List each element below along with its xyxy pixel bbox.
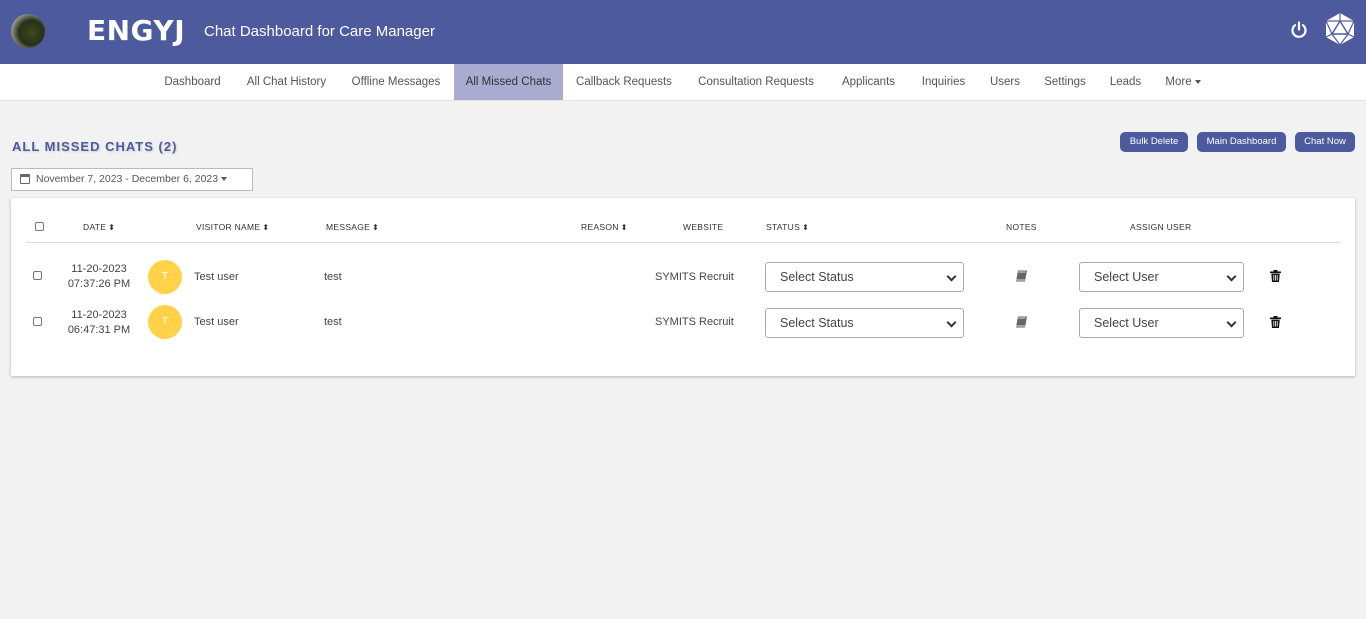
notes-book-icon[interactable] [1015,270,1028,282]
header-divider [26,242,1341,243]
row-date-time: 06:47:31 PM [67,324,131,336]
column-header-message[interactable]: MESSAGE ⬍ [326,222,379,232]
bulk-delete-button[interactable]: Bulk Delete [1120,132,1188,152]
main-nav: Dashboard All Chat History Offline Messa… [0,64,1366,101]
date-range-picker[interactable]: November 7, 2023 - December 6, 2023 [11,168,253,191]
chevron-down-icon [946,271,957,282]
assign-user-select[interactable]: Select User [1079,308,1244,338]
nav-item-users[interactable]: Users [982,64,1028,100]
trash-icon[interactable] [1270,270,1281,282]
row-visitor-name: Test user [194,271,239,283]
row-date-day: 11-20-2023 [71,309,127,321]
column-header-visitor-name-label: VISITOR NAME [196,222,261,232]
row-checkbox[interactable] [33,271,42,280]
nav-item-settings[interactable]: Settings [1034,64,1096,100]
nav-item-consultation-requests[interactable]: Consultation Requests [687,64,825,100]
sort-icon: ⬍ [802,223,810,233]
chevron-down-icon [1226,317,1237,328]
column-header-date-label: DATE [83,222,107,232]
status-select[interactable]: Select Status [765,262,964,292]
row-website: SYMITS Recruit [655,271,734,283]
nav-item-applicants[interactable]: Applicants [831,64,906,100]
assign-user-select[interactable]: Select User [1079,262,1244,292]
row-message: test [324,271,342,283]
column-header-reason-label: REASON [581,222,619,232]
column-header-message-label: MESSAGE [326,222,371,232]
status-select-value: Select Status [780,270,854,284]
caret-down-icon [1194,79,1201,84]
date-range-value: November 7, 2023 - December 6, 2023 [36,173,219,185]
chevron-down-icon [946,317,957,328]
row-message: test [324,316,342,328]
calendar-icon [20,174,30,184]
trash-icon[interactable] [1270,316,1281,328]
sort-icon: ⬍ [620,223,628,233]
status-select-value: Select Status [780,316,854,330]
row-date-time: 07:37:26 PM [67,278,131,290]
chat-now-button[interactable]: Chat Now [1295,132,1355,152]
column-header-reason[interactable]: REASON ⬍ [581,222,628,232]
assign-user-select-value: Select User [1094,316,1159,330]
main-dashboard-button[interactable]: Main Dashboard [1197,132,1286,152]
d20-dice-icon[interactable] [1323,12,1357,46]
header-subtitle: Chat Dashboard for Care Manager [204,23,435,40]
nav-item-callback-requests[interactable]: Callback Requests [566,64,682,100]
sort-icon: ⬍ [372,223,380,233]
column-header-status-label: STATUS [766,222,801,232]
row-date: 11-20-2023 06:47:31 PM [59,308,139,338]
user-avatar[interactable] [11,14,45,48]
status-select[interactable]: Select Status [765,308,964,338]
nav-item-inquiries[interactable]: Inquiries [911,64,976,100]
column-header-website: WEBSITE [683,222,724,232]
column-header-visitor-name[interactable]: VISITOR NAME ⬍ [196,222,269,232]
column-header-status[interactable]: STATUS ⬍ [766,222,809,232]
column-header-assign-user: ASSIGN USER [1130,222,1192,232]
row-date-day: 11-20-2023 [71,263,127,275]
chevron-down-icon [1226,271,1237,282]
nav-item-all-missed-chats[interactable]: All Missed Chats [454,64,563,100]
caret-down-icon [221,177,228,182]
sort-icon: ⬍ [262,223,270,233]
brand-logo-text: ENGYJ [87,14,186,47]
row-date: 11-20-2023 07:37:26 PM [59,262,139,292]
nav-item-offline-messages[interactable]: Offline Messages [342,64,450,100]
row-checkbox[interactable] [33,317,42,326]
nav-item-more[interactable]: More [1156,64,1210,100]
nav-more-label: More [1165,76,1192,88]
nav-item-dashboard[interactable]: Dashboard [153,64,232,100]
power-icon[interactable] [1289,20,1309,40]
visitor-avatar: T [148,305,182,339]
assign-user-select-value: Select User [1094,270,1159,284]
page-title: ALL MISSED CHATS (2) [12,139,178,154]
sort-icon: ⬍ [108,223,116,233]
nav-item-all-chat-history[interactable]: All Chat History [236,64,337,100]
row-website: SYMITS Recruit [655,316,734,328]
select-all-checkbox[interactable] [35,222,44,231]
notes-book-icon[interactable] [1015,316,1028,328]
nav-item-leads[interactable]: Leads [1101,64,1150,100]
missed-chats-table: DATE ⬍ VISITOR NAME ⬍ MESSAGE ⬍ REASON ⬍ WEB… [11,198,1355,376]
column-header-date[interactable]: DATE ⬍ [83,222,115,232]
row-visitor-name: Test user [194,316,239,328]
top-header: ENGYJ Chat Dashboard for Care Manager [0,0,1366,64]
visitor-avatar: T [148,260,182,294]
column-header-notes: NOTES [1006,222,1037,232]
